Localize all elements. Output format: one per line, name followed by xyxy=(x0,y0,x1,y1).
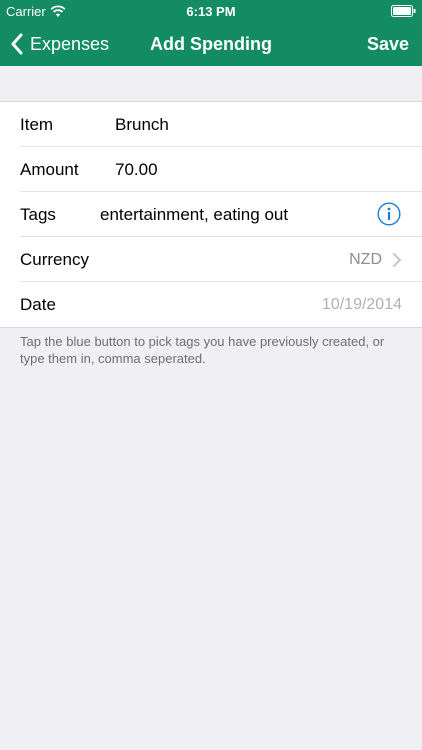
chevron-right-icon xyxy=(393,253,401,267)
item-label: Item xyxy=(20,115,54,134)
back-button-label: Expenses xyxy=(30,33,110,54)
top-bar: Carrier 6:13 PM Expenses Add Spending Sa… xyxy=(0,0,422,66)
currency-value: NZD xyxy=(349,251,382,268)
tags-hint-text: Tap the blue button to pick tags you hav… xyxy=(20,334,385,366)
currency-label: Currency xyxy=(20,250,89,269)
status-bar: Carrier 6:13 PM xyxy=(0,0,422,22)
date-label: Date xyxy=(20,295,56,314)
date-row[interactable]: Date 10/19/2014 xyxy=(20,282,422,327)
back-chevron-icon xyxy=(11,33,23,55)
save-button[interactable]: Save xyxy=(367,22,409,66)
tags-input[interactable]: entertainment, eating out xyxy=(100,192,288,237)
date-value: 10/19/2014 xyxy=(321,296,402,313)
status-time: 6:13 PM xyxy=(186,4,236,19)
info-icon[interactable] xyxy=(377,202,401,226)
amount-input[interactable]: 70.00 xyxy=(115,147,158,192)
battery-icon xyxy=(391,5,416,17)
amount-row[interactable]: Amount 70.00 xyxy=(20,147,422,192)
spending-form: Item Brunch Amount 70.00 Tags entertainm… xyxy=(0,101,422,328)
item-input[interactable]: Brunch xyxy=(115,102,169,147)
tags-label: Tags xyxy=(20,205,56,224)
navigation-bar: Expenses Add Spending Save xyxy=(0,22,422,66)
tags-row[interactable]: Tags entertainment, eating out xyxy=(20,192,422,237)
back-button[interactable]: Expenses xyxy=(10,22,109,66)
currency-row[interactable]: Currency NZD xyxy=(20,237,422,282)
amount-label: Amount xyxy=(20,160,79,179)
item-row[interactable]: Item Brunch xyxy=(20,102,422,147)
